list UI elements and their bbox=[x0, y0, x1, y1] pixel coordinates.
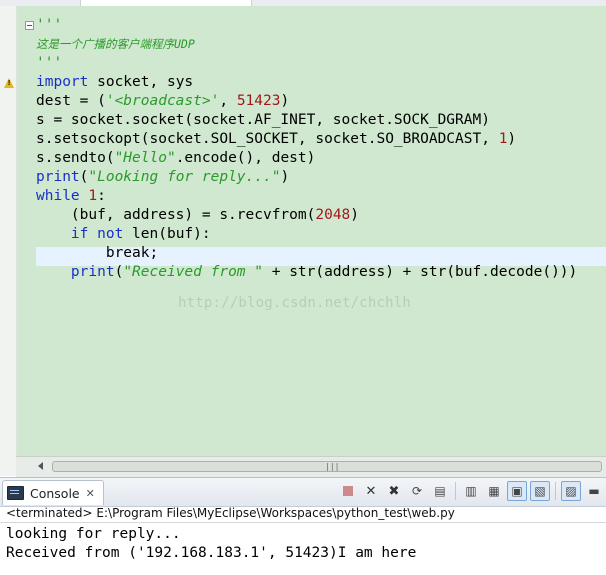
console-process-label: <terminated> E:\Program Files\MyEclipse\… bbox=[6, 506, 455, 520]
code-token: import bbox=[36, 74, 89, 90]
open-console-button[interactable]: ▨ bbox=[561, 481, 581, 501]
display-selected-console-button[interactable]: ▧ bbox=[530, 481, 550, 501]
code-token: + str(address) + str(buf.decode())) bbox=[263, 264, 578, 280]
code-token: 2048 bbox=[315, 207, 351, 223]
display-console-icon: ▧ bbox=[534, 484, 546, 498]
relaunch-button[interactable]: ⟳ bbox=[407, 481, 427, 501]
toolbar-separator bbox=[555, 482, 556, 500]
remove-launch-button[interactable]: ✕ bbox=[361, 481, 381, 501]
editor-ruler bbox=[0, 6, 17, 476]
clear-console-button[interactable]: ▤ bbox=[430, 481, 450, 501]
console-toolbar: ✕ ✖ ⟳ ▤ ▥ ▦ ▣ ▧ ▨ ▬ bbox=[338, 481, 604, 501]
scroll-lock-icon: ▥ bbox=[465, 484, 477, 498]
minimize-icon: ▬ bbox=[588, 484, 600, 498]
code-token: : bbox=[97, 188, 106, 204]
close-icon[interactable]: ✕ bbox=[86, 487, 95, 500]
code-token: if bbox=[70, 226, 89, 242]
console-output-line: looking for reply... bbox=[6, 526, 181, 542]
code-line[interactable]: s.setsockopt(socket.SOL_SOCKET, socket.S… bbox=[36, 130, 577, 149]
code-token: socket, sys bbox=[88, 74, 194, 90]
code-token: 1 bbox=[88, 188, 98, 204]
code-token: ) bbox=[280, 169, 290, 185]
code-line[interactable]: if not len(buf): bbox=[36, 225, 577, 244]
scroll-left-icon[interactable] bbox=[38, 462, 43, 470]
word-wrap-button[interactable]: ▦ bbox=[484, 481, 504, 501]
terminate-button[interactable] bbox=[338, 481, 358, 501]
pin-icon: ▣ bbox=[511, 484, 523, 498]
code-token: while bbox=[36, 188, 80, 204]
code-token: ''' bbox=[36, 55, 63, 71]
console-output-area[interactable]: looking for reply... Received from ('192.… bbox=[0, 522, 606, 575]
horizontal-scrollbar[interactable]: ||| bbox=[16, 456, 606, 477]
code-token: print bbox=[36, 169, 80, 185]
code-token: s.sendto( bbox=[36, 150, 115, 166]
code-line[interactable]: (buf, address) = s.recvfrom(2048) bbox=[36, 206, 577, 225]
warning-icon[interactable] bbox=[4, 78, 14, 88]
code-token: ''' bbox=[36, 17, 63, 33]
scroll-lock-button[interactable]: ▥ bbox=[461, 481, 481, 501]
code-token: s = socket.socket(socket.AF_INET, socket… bbox=[36, 112, 490, 128]
code-token: ) bbox=[507, 131, 517, 147]
pin-console-button[interactable]: ▣ bbox=[507, 481, 527, 501]
toolbar-separator bbox=[455, 482, 456, 500]
code-token: , bbox=[219, 93, 237, 109]
code-token: ) bbox=[350, 207, 360, 223]
code-token: ( bbox=[114, 264, 124, 280]
code-token: "Received from " bbox=[123, 264, 263, 280]
code-line[interactable]: 这是一个广播的客户端程序UDP bbox=[36, 35, 577, 54]
remove-all-terminated-button[interactable]: ✖ bbox=[384, 481, 404, 501]
code-token: ) bbox=[280, 93, 290, 109]
minimize-button[interactable]: ▬ bbox=[584, 481, 604, 501]
clear-icon: ▤ bbox=[434, 484, 446, 498]
tab-console[interactable]: Console ✕ bbox=[2, 480, 104, 505]
code-token: 这是一个广播的客户端程序UDP bbox=[36, 37, 195, 51]
code-token: (buf, address) = s.recvfrom( bbox=[36, 207, 316, 223]
code-line[interactable]: break; bbox=[36, 244, 577, 263]
scrollbar-thumb[interactable]: ||| bbox=[52, 461, 602, 472]
code-line[interactable]: print("Received from " + str(address) + … bbox=[36, 263, 577, 282]
code-token: len(buf): bbox=[123, 226, 211, 242]
console-tab-label: Console bbox=[30, 485, 80, 501]
open-console-icon: ▨ bbox=[565, 484, 577, 498]
remove-icon: ✕ bbox=[365, 483, 377, 499]
code-token: print bbox=[70, 264, 115, 280]
code-line[interactable]: dest = ('<broadcast>', 51423) bbox=[36, 92, 577, 111]
code-token: "Looking for reply..." bbox=[88, 169, 281, 185]
word-wrap-icon: ▦ bbox=[488, 484, 500, 498]
grip-icon: ||| bbox=[325, 462, 340, 471]
code-line[interactable]: ''' bbox=[36, 16, 577, 35]
code-token: not bbox=[97, 226, 124, 242]
console-output-line: Received from ('192.168.183.1', 51423)I … bbox=[6, 545, 417, 561]
relaunch-icon: ⟳ bbox=[411, 484, 423, 498]
ide-window: '''这是一个广播的客户端程序UDP'''import socket, sysd… bbox=[0, 0, 606, 575]
watermark-text: http://blog.csdn.net/chchlh bbox=[178, 295, 411, 311]
code-editor[interactable]: '''这是一个广播的客户端程序UDP'''import socket, sysd… bbox=[0, 6, 606, 477]
code-line[interactable]: ''' bbox=[36, 54, 577, 73]
code-token: "Hello" bbox=[114, 150, 176, 166]
fold-collapse-icon[interactable] bbox=[25, 21, 34, 30]
remove-all-icon: ✖ bbox=[388, 483, 400, 499]
code-text[interactable]: ''' 这是一个广播的客户端程序UDP ''' import socket, sys d… bbox=[36, 16, 577, 282]
code-line[interactable]: while 1: bbox=[36, 187, 577, 206]
code-token: dest = ( bbox=[36, 93, 106, 109]
stop-icon bbox=[343, 486, 353, 496]
console-output: looking for reply... Received from ('192.… bbox=[6, 525, 416, 563]
code-line[interactable]: s.sendto("Hello".encode(), dest) bbox=[36, 149, 577, 168]
code-token: 51423 bbox=[236, 93, 281, 109]
code-token: '<broadcast>' bbox=[105, 93, 220, 109]
console-header: Console ✕ ✕ ✖ ⟳ ▤ ▥ ▦ ▣ ▧ ▨ ▬ bbox=[0, 477, 606, 507]
code-line[interactable]: print("Looking for reply...") bbox=[36, 168, 577, 187]
code-line[interactable]: s = socket.socket(socket.AF_INET, socket… bbox=[36, 111, 577, 130]
code-line[interactable]: import socket, sys bbox=[36, 73, 577, 92]
code-token: break; bbox=[36, 245, 159, 261]
console-icon bbox=[7, 486, 24, 500]
code-token: s.setsockopt(socket.SOL_SOCKET, socket.S… bbox=[36, 131, 499, 147]
code-token: .encode(), dest) bbox=[175, 150, 316, 166]
